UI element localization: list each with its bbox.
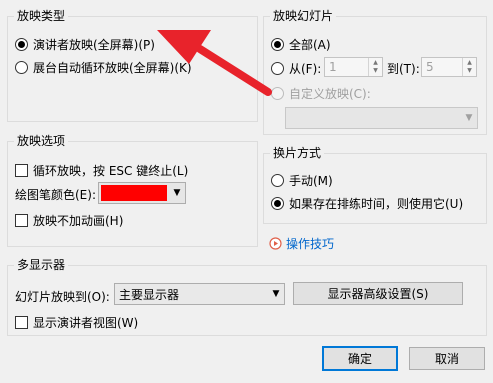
show-options-title: 放映选项 [14, 134, 69, 149]
to-label: 到(T): [387, 62, 420, 76]
radio-checked-icon [271, 197, 284, 210]
custom-show-radio[interactable]: 自定义放映(C): [271, 85, 371, 102]
tips-icon [269, 237, 282, 250]
from-spinner[interactable]: 1 ▲ ▼ [324, 57, 383, 77]
radio-icon [271, 62, 284, 75]
chevron-down-icon: ▼ [465, 113, 473, 123]
loop-label: 循环放映，按 ESC 键终止(L) [33, 164, 189, 178]
advance-title: 换片方式 [270, 146, 325, 161]
to-spinner[interactable]: 5 ▲ ▼ [421, 57, 477, 77]
checkbox-icon [15, 316, 28, 329]
chevron-down-icon: ▼ [173, 188, 181, 198]
custom-show-select[interactable]: ▼ [285, 107, 478, 129]
checkbox-icon [15, 214, 28, 227]
timings-radio[interactable]: 如果存在排练时间，则使用它(U) [271, 195, 463, 212]
show-slides-title: 放映幻灯片 [270, 9, 337, 24]
radio-checked-icon [15, 38, 28, 51]
from-label: 从(F): [289, 62, 322, 76]
show-type-title: 放映类型 [14, 9, 69, 24]
from-value: 1 [329, 60, 337, 74]
cancel-button[interactable]: 取消 [409, 347, 485, 370]
spinner-arrows-icon[interactable]: ▲ ▼ [368, 58, 382, 76]
timings-label: 如果存在排练时间，则使用它(U) [289, 197, 464, 211]
no-animation-checkbox[interactable]: 放映不加动画(H) [15, 212, 123, 229]
radio-icon [271, 174, 284, 187]
custom-show-label: 自定义放映(C): [289, 87, 371, 101]
kiosk-radio[interactable]: 展台自动循环放映(全屏幕)(K) [15, 59, 192, 76]
presenter-label: 演讲者放映(全屏幕)(P) [33, 38, 155, 52]
pen-color-label: 绘图笔颜色(E): [15, 188, 96, 202]
radio-disabled-icon [271, 87, 284, 100]
monitor-value: 主要显示器 [119, 287, 180, 302]
radio-checked-icon [271, 38, 284, 51]
manual-label: 手动(M) [289, 174, 333, 188]
pen-color-picker[interactable]: ▼ [98, 182, 186, 204]
kiosk-label: 展台自动循环放映(全屏幕)(K) [33, 61, 192, 75]
chevron-down-icon: ▼ [272, 289, 280, 299]
radio-icon [15, 61, 28, 74]
ok-button[interactable]: 确定 [322, 346, 398, 371]
no-animation-label: 放映不加动画(H) [33, 214, 124, 228]
presenter-view-checkbox[interactable]: 显示演讲者视图(W) [15, 314, 138, 331]
checkbox-icon [15, 164, 28, 177]
loop-checkbox[interactable]: 循环放映，按 ESC 键终止(L) [15, 162, 188, 179]
manual-radio[interactable]: 手动(M) [271, 172, 333, 189]
all-slides-label: 全部(A) [289, 38, 331, 52]
monitor-advanced-button[interactable]: 显示器高级设置(S) [293, 282, 463, 305]
all-slides-radio[interactable]: 全部(A) [271, 36, 331, 53]
from-radio[interactable]: 从(F): [271, 60, 321, 77]
monitor-select[interactable]: 主要显示器 ▼ [114, 283, 285, 305]
tips-label: 操作技巧 [286, 237, 335, 251]
show-on-label: 幻灯片放映到(O): [15, 290, 110, 304]
multi-monitor-title: 多显示器 [14, 258, 69, 273]
to-value: 5 [426, 60, 434, 74]
spinner-arrows-icon[interactable]: ▲ ▼ [462, 58, 476, 76]
presenter-view-label: 显示演讲者视图(W) [33, 316, 139, 330]
tips-link[interactable]: 操作技巧 [269, 235, 334, 252]
pen-color-swatch [101, 185, 167, 201]
presenter-radio[interactable]: 演讲者放映(全屏幕)(P) [15, 36, 155, 53]
